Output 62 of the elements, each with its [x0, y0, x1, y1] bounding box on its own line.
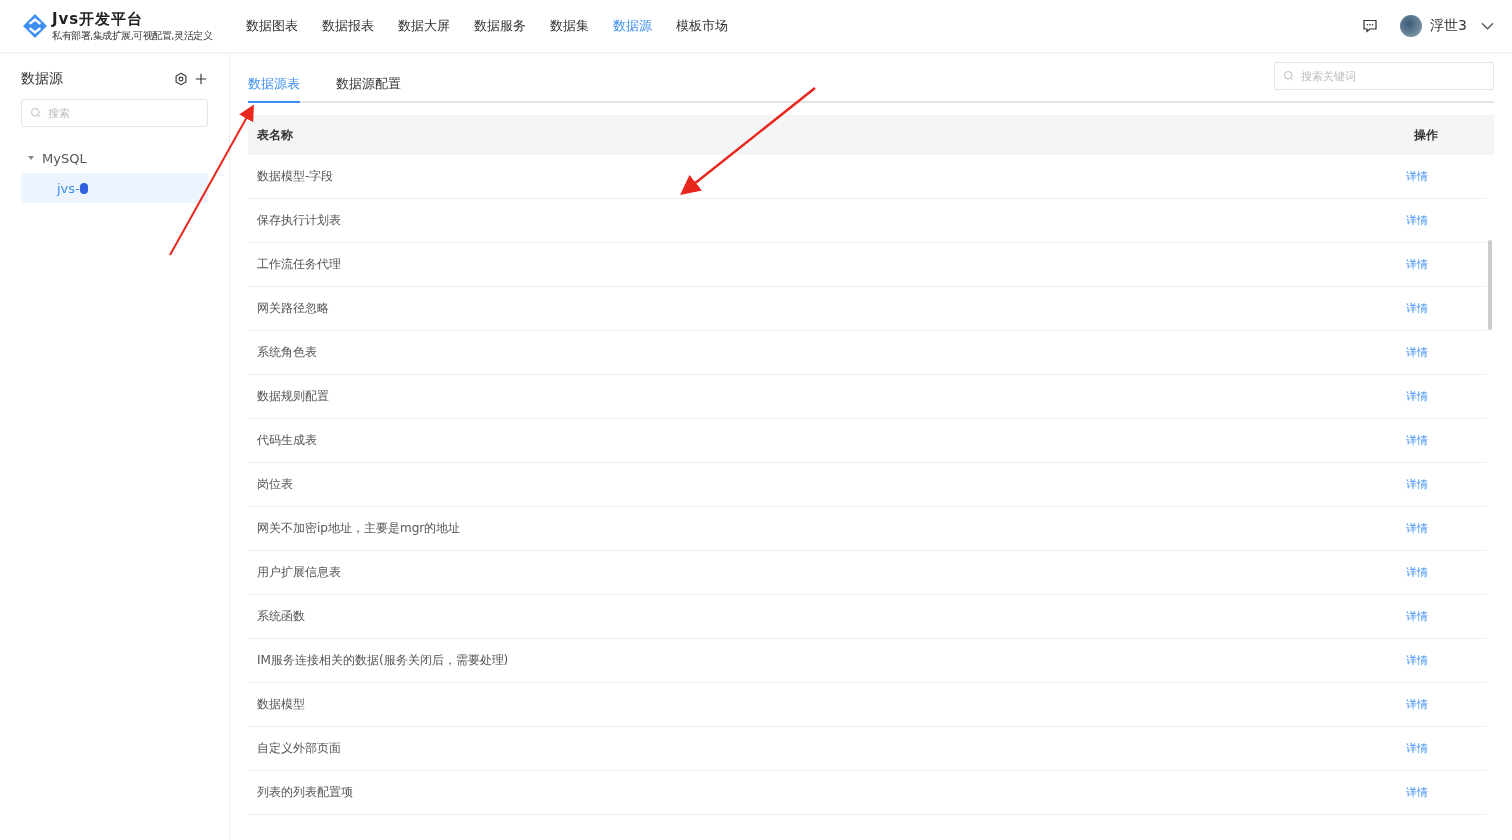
brand-name: Jvs开发平台: [52, 9, 145, 29]
column-header: 表名称: [256, 126, 294, 144]
details-link[interactable]: 详情: [1406, 741, 1486, 756]
table-cell-text: 数据模型: [256, 696, 306, 713]
tree-label: jvs-: [57, 180, 80, 196]
search-icon: [1283, 70, 1295, 82]
avatar[interactable]: [1400, 15, 1423, 37]
table-cell-text: 保存执行计划表: [256, 212, 342, 229]
user-name[interactable]: 浮世3: [1430, 17, 1467, 35]
details-link[interactable]: 详情: [1406, 345, 1486, 360]
table-cell-text: 数据规则配置: [256, 388, 330, 405]
table-cell-text: 列表的列表配置项: [256, 784, 354, 801]
details-link[interactable]: 详情: [1406, 389, 1486, 404]
details-link[interactable]: 详情: [1406, 697, 1486, 712]
chevron-down-icon[interactable]: [1481, 22, 1494, 30]
brand-slogan: 私有部署,集成扩展,可视配置,灵活定义: [52, 28, 213, 43]
caret-icon[interactable]: [27, 154, 35, 162]
logo-icon: [22, 13, 48, 39]
table-cell-text: 数据模型-字段: [256, 168, 335, 185]
details-link[interactable]: 详情: [1406, 301, 1486, 316]
details-link[interactable]: 详情: [1406, 785, 1486, 800]
tab[interactable]: 数据源表: [248, 75, 300, 103]
scrollbar-thumb[interactable]: [1488, 240, 1492, 330]
settings-icon[interactable]: [174, 72, 188, 86]
table-cell-text: 岗位表: [256, 476, 294, 493]
tree-item[interactable]: MySQL: [21, 143, 208, 173]
details-link[interactable]: 详情: [1406, 169, 1486, 184]
add-icon[interactable]: [194, 72, 208, 86]
nav-item[interactable]: 数据图表: [244, 17, 300, 35]
nav-item[interactable]: 数据报表: [320, 17, 376, 35]
details-link[interactable]: 详情: [1406, 477, 1486, 492]
nav-item[interactable]: 模板市场: [674, 17, 730, 35]
table-cell-text: 系统函数: [256, 608, 306, 625]
sidebar-title: 数据源: [21, 70, 64, 88]
table-cell-text: 网关不加密ip地址，主要是mgr的地址: [256, 520, 462, 537]
table-cell-text: 系统角色表: [256, 344, 318, 361]
table-cell-text: 工作流任务代理: [256, 256, 342, 273]
details-link[interactable]: 详情: [1406, 213, 1486, 228]
nav-item[interactable]: 数据集: [548, 17, 591, 35]
message-icon[interactable]: [1362, 18, 1379, 34]
details-link[interactable]: 详情: [1406, 653, 1486, 668]
table-cell-text: IM服务连接相关的数据(服务关闭后，需要处理): [256, 652, 510, 669]
table-cell-text: 网关路径忽略: [256, 300, 330, 317]
search-icon: [30, 107, 42, 119]
table-cell-text: 用户扩展信息表: [256, 564, 342, 581]
column-header: 操作: [1414, 126, 1439, 144]
tree-label: MySQL: [42, 150, 87, 166]
details-link[interactable]: 详情: [1406, 565, 1486, 580]
table-cell-text: 代码生成表: [256, 432, 318, 449]
details-link[interactable]: 详情: [1406, 609, 1486, 624]
search-field[interactable]: 搜索: [21, 99, 208, 127]
details-link[interactable]: 详情: [1406, 521, 1486, 536]
search-field[interactable]: 搜索关键词: [1274, 62, 1494, 90]
redaction-mark: [79, 182, 88, 194]
table-cell-text: 自定义外部页面: [256, 740, 342, 757]
details-link[interactable]: 详情: [1406, 433, 1486, 448]
details-link[interactable]: 详情: [1406, 257, 1486, 272]
tab[interactable]: 数据源配置: [336, 75, 401, 103]
nav-item[interactable]: 数据大屏: [396, 17, 452, 35]
nav-item[interactable]: 数据服务: [472, 17, 528, 35]
nav-item[interactable]: 数据源: [611, 17, 654, 35]
tree-item[interactable]: jvs-: [21, 173, 208, 203]
